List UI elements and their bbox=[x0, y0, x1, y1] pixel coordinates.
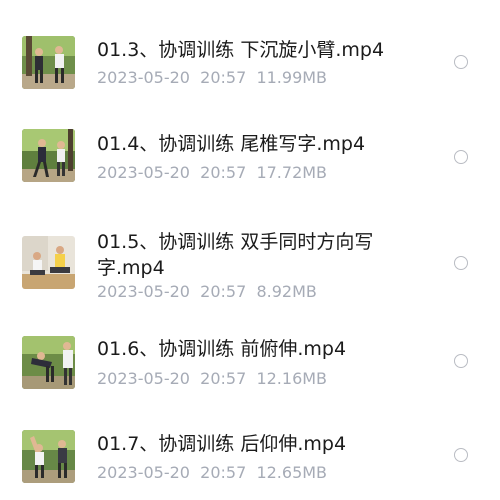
file-meta: 2023-05-20 20:57 11.99MB bbox=[97, 68, 327, 88]
file-date: 2023-05-20 bbox=[97, 369, 190, 388]
file-size: 12.16MB bbox=[256, 369, 328, 388]
file-size: 8.92MB bbox=[256, 282, 317, 301]
file-size: 17.72MB bbox=[256, 163, 328, 182]
file-time: 20:57 bbox=[200, 68, 247, 87]
file-date: 2023-05-20 bbox=[97, 163, 190, 182]
file-size: 11.99MB bbox=[256, 68, 328, 87]
file-list: 01.3、协调训练 下沉旋小臂.mp4 2023-05-20 20:57 11.… bbox=[0, 0, 500, 500]
file-time: 20:57 bbox=[200, 369, 247, 388]
file-time: 20:57 bbox=[200, 463, 247, 482]
file-name: 01.7、协调训练 后仰伸.mp4 bbox=[97, 433, 347, 455]
video-thumbnail bbox=[22, 36, 75, 89]
video-thumbnail bbox=[22, 129, 75, 182]
file-meta: 2023-05-20 20:57 17.72MB bbox=[97, 163, 327, 183]
file-time: 20:57 bbox=[200, 282, 247, 301]
file-row[interactable]: 01.6、协调训练 前俯伸.mp4 2023-05-20 20:57 12.16… bbox=[0, 320, 500, 415]
file-name: 01.6、协调训练 前俯伸.mp4 bbox=[97, 338, 347, 360]
select-radio[interactable] bbox=[454, 256, 468, 270]
file-size: 12.65MB bbox=[256, 463, 328, 482]
file-date: 2023-05-20 bbox=[97, 68, 190, 87]
file-row[interactable]: 01.5、协调训练 双手同时方向写字.mp4 2023-05-20 20:57 … bbox=[0, 200, 500, 320]
video-thumbnail bbox=[22, 430, 75, 483]
select-radio[interactable] bbox=[454, 55, 468, 69]
file-row[interactable]: 01.7、协调训练 后仰伸.mp4 2023-05-20 20:57 12.65… bbox=[0, 415, 500, 500]
file-meta: 2023-05-20 20:57 8.92MB bbox=[97, 282, 317, 302]
file-name: 01.5、协调训练 双手同时方向写字.mp4 bbox=[97, 231, 374, 279]
file-meta: 2023-05-20 20:57 12.16MB bbox=[97, 369, 327, 389]
select-radio[interactable] bbox=[454, 448, 468, 462]
file-date: 2023-05-20 bbox=[97, 282, 190, 301]
file-date: 2023-05-20 bbox=[97, 463, 190, 482]
video-thumbnail bbox=[22, 336, 75, 389]
file-row[interactable]: 01.4、协调训练 尾椎写字.mp4 2023-05-20 20:57 17.7… bbox=[0, 100, 500, 200]
file-time: 20:57 bbox=[200, 163, 247, 182]
file-meta: 2023-05-20 20:57 12.65MB bbox=[97, 463, 327, 483]
video-thumbnail bbox=[22, 236, 75, 289]
file-row[interactable]: 01.3、协调训练 下沉旋小臂.mp4 2023-05-20 20:57 11.… bbox=[0, 0, 500, 100]
file-name: 01.4、协调训练 尾椎写字.mp4 bbox=[97, 133, 366, 155]
select-radio[interactable] bbox=[454, 354, 468, 368]
select-radio[interactable] bbox=[454, 150, 468, 164]
file-name: 01.3、协调训练 下沉旋小臂.mp4 bbox=[97, 39, 385, 61]
